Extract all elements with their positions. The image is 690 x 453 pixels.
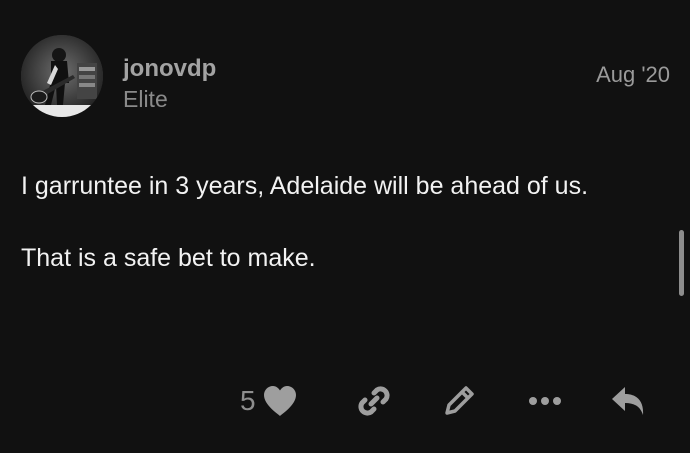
post: jonovdp Elite Aug '20 I garruntee in 3 y… [0,0,690,453]
avatar-image [21,35,103,117]
post-actions: 5 [0,375,690,431]
more-actions-button[interactable] [527,383,563,419]
post-date[interactable]: Aug '20 [596,61,670,89]
post-paragraph: I garruntee in 3 years, Adelaide will be… [21,172,589,200]
link-icon [358,386,390,416]
user-title: Elite [123,86,168,112]
username[interactable]: jonovdp [123,55,216,83]
like-count: 5 [240,385,256,416]
reply-arrow-icon [612,387,644,415]
scrollbar[interactable] [679,230,684,296]
share-link-button[interactable] [356,383,392,419]
post-body: I garruntee in 3 years, Adelaide will be… [21,162,661,306]
like-button[interactable]: 5 [240,381,298,421]
edit-button[interactable] [441,383,477,419]
reply-button[interactable] [610,383,646,419]
ellipsis-icon [529,397,561,405]
heart-icon [263,386,296,416]
post-paragraph: That is a safe bet to make. [21,244,316,272]
pencil-icon [445,386,474,415]
avatar[interactable] [21,35,103,117]
